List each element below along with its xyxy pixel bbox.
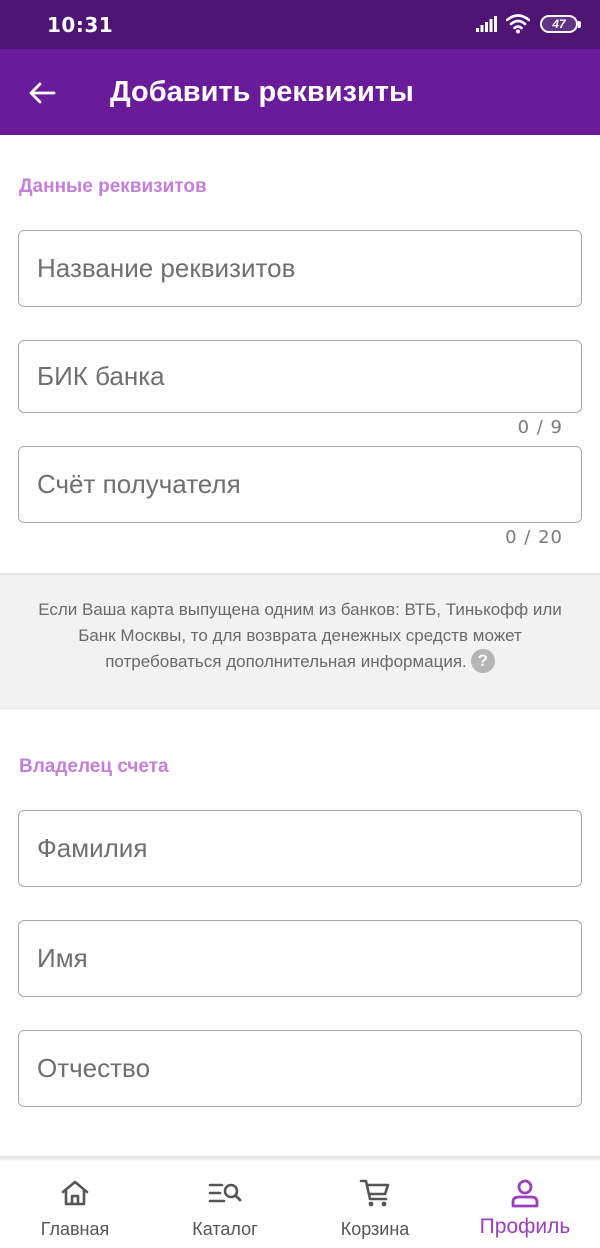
bik-field[interactable]	[18, 340, 582, 413]
nav-label-cart: Корзина	[340, 1219, 410, 1239]
catalog-search-icon	[208, 1176, 242, 1210]
home-icon	[58, 1176, 92, 1210]
bik-counter: 0 / 9	[517, 417, 563, 438]
status-icons: 47	[476, 14, 581, 34]
nav-label-home: Главная	[40, 1219, 110, 1239]
last-name-input[interactable]	[19, 811, 581, 886]
account-counter: 0 / 20	[505, 527, 563, 548]
nav-item-catalog[interactable]: Каталог	[150, 1162, 300, 1248]
screen: 10:31 47 Добавить реквизиты Данные рекви…	[0, 0, 600, 1248]
nav-item-home[interactable]: Главная	[0, 1162, 150, 1248]
signal-icon	[476, 16, 497, 32]
section-label-requisites: Данные реквизитов	[19, 176, 207, 197]
bottom-nav: Главная Каталог Корзина Профиль	[0, 1162, 600, 1248]
info-text: Если Ваша карта выпущена одним из банков…	[20, 597, 580, 675]
wifi-icon	[506, 14, 530, 34]
profile-icon	[508, 1176, 542, 1210]
help-icon[interactable]: ?	[470, 648, 495, 673]
cart-icon	[358, 1176, 392, 1210]
account-field[interactable]	[18, 446, 582, 523]
requisites-name-field[interactable]	[18, 230, 582, 307]
status-time: 10:31	[47, 13, 114, 37]
section-label-owner: Владелец счета	[19, 756, 169, 777]
last-name-field[interactable]	[18, 810, 582, 887]
arrow-left-icon	[29, 82, 56, 104]
nav-item-profile[interactable]: Профиль	[450, 1162, 600, 1248]
nav-item-cart[interactable]: Корзина	[300, 1162, 450, 1248]
patronymic-field[interactable]	[18, 1030, 582, 1107]
first-name-field[interactable]	[18, 920, 582, 997]
requisites-name-input[interactable]	[19, 231, 581, 306]
battery-level: 47	[552, 17, 566, 31]
battery-icon: 47	[540, 15, 581, 33]
account-input[interactable]	[19, 447, 581, 522]
app-bar: Добавить реквизиты	[0, 49, 600, 135]
info-block: Если Ваша карта выпущена одним из банков…	[0, 573, 600, 709]
patronymic-input[interactable]	[19, 1031, 581, 1106]
status-bar: 10:31 47	[0, 0, 600, 49]
nav-label-catalog: Каталог	[192, 1219, 258, 1239]
bik-input[interactable]	[19, 341, 581, 412]
page-title: Добавить реквизиты	[110, 76, 414, 108]
nav-label-profile: Профиль	[479, 1215, 571, 1238]
back-button[interactable]	[18, 69, 66, 117]
first-name-input[interactable]	[19, 921, 581, 996]
